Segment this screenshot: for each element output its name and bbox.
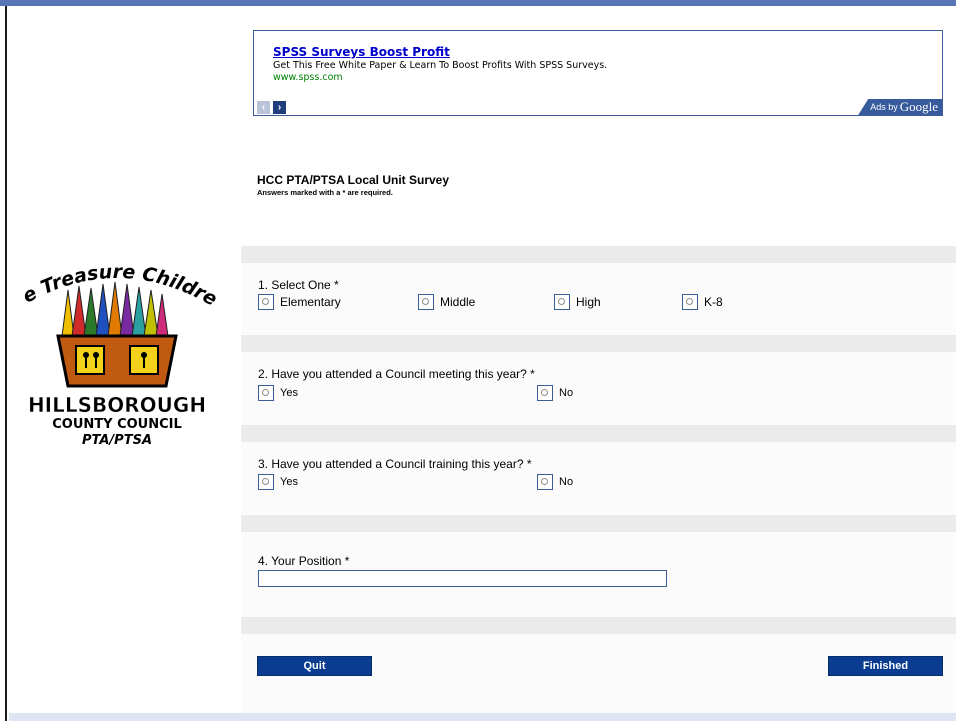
section-divider bbox=[241, 617, 956, 634]
position-input[interactable] bbox=[258, 570, 667, 587]
logo-pta: PTA/PTSA bbox=[82, 433, 152, 448]
left-frame-border bbox=[0, 6, 7, 721]
logo-county: HILLSBOROUGH bbox=[28, 393, 206, 417]
question-panel-2 bbox=[241, 352, 956, 425]
ads-by-google-badge[interactable]: Ads by Google bbox=[858, 99, 942, 115]
ad-text: Get This Free White Paper & Learn To Boo… bbox=[273, 60, 608, 71]
radio-button[interactable] bbox=[258, 385, 274, 401]
bottom-border bbox=[9, 713, 956, 721]
radio-button[interactable] bbox=[537, 385, 553, 401]
ad-prev-arrow-icon[interactable]: ‹ bbox=[257, 101, 270, 114]
radio-button[interactable] bbox=[537, 474, 553, 490]
question-2-label: 2. Have you attended a Council meeting t… bbox=[258, 367, 535, 381]
section-divider bbox=[241, 335, 956, 352]
radio-button[interactable] bbox=[554, 294, 570, 310]
ads-by-label: Ads by bbox=[870, 102, 898, 112]
question-4-label: 4. Your Position * bbox=[258, 554, 350, 568]
section-divider bbox=[241, 246, 956, 263]
ad-title-link[interactable]: SPSS Surveys Boost Profit bbox=[273, 45, 450, 59]
finished-button[interactable]: Finished bbox=[828, 656, 943, 676]
section-divider bbox=[241, 425, 956, 442]
google-label: Google bbox=[899, 99, 938, 114]
question-1-label: 1. Select One * bbox=[258, 278, 339, 292]
radio-button[interactable] bbox=[258, 294, 274, 310]
radio-button[interactable] bbox=[418, 294, 434, 310]
option-training-no[interactable]: No bbox=[537, 474, 573, 490]
ad-url[interactable]: www.spss.com bbox=[273, 72, 343, 83]
logo-council: COUNTY COUNCIL bbox=[52, 417, 182, 432]
option-middle[interactable]: Middle bbox=[418, 294, 475, 310]
required-note: Answers marked with a * are required. bbox=[257, 188, 393, 197]
page-title: HCC PTA/PTSA Local Unit Survey bbox=[257, 173, 450, 187]
question-panel-3 bbox=[241, 442, 956, 515]
option-meeting-yes[interactable]: Yes bbox=[258, 385, 298, 401]
top-border bbox=[0, 0, 956, 6]
ad-banner[interactable]: SPSS Surveys Boost Profit Get This Free … bbox=[253, 30, 943, 116]
radio-button[interactable] bbox=[258, 474, 274, 490]
quit-button[interactable]: Quit bbox=[257, 656, 372, 676]
option-high[interactable]: High bbox=[554, 294, 601, 310]
option-elementary[interactable]: Elementary bbox=[258, 294, 341, 310]
section-divider bbox=[241, 515, 956, 532]
ad-next-arrow-icon[interactable]: › bbox=[273, 101, 286, 114]
radio-button[interactable] bbox=[682, 294, 698, 310]
question-3-label: 3. Have you attended a Council training … bbox=[258, 457, 532, 471]
option-meeting-no[interactable]: No bbox=[537, 385, 573, 401]
option-training-yes[interactable]: Yes bbox=[258, 474, 298, 490]
hcc-pta-logo: We Treasure Children HILLSBOROUGH COUNTY… bbox=[12, 254, 221, 448]
option-k8[interactable]: K-8 bbox=[682, 294, 723, 310]
